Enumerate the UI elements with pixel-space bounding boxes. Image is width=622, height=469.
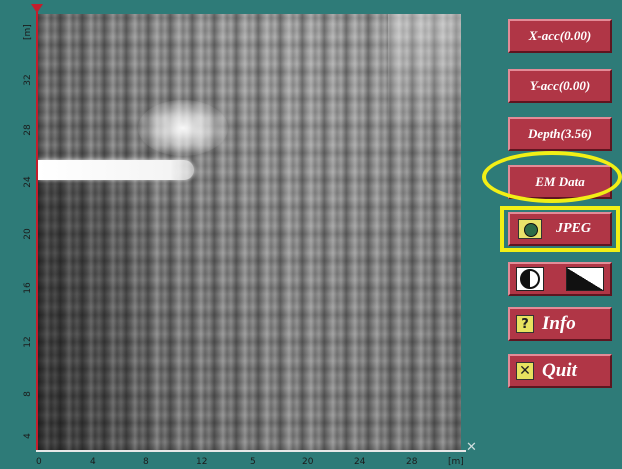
info-button[interactable]: ? Info <box>508 307 612 341</box>
light-region <box>388 14 461 134</box>
quit-label: Quit <box>542 360 577 381</box>
y-tick-label: 20 <box>23 228 33 240</box>
x-acc-button[interactable]: X-acc(0.00) <box>508 19 612 53</box>
bright-reflection <box>138 100 228 156</box>
ramp-icon <box>566 267 604 291</box>
question-icon: ? <box>516 315 534 333</box>
y-tick-label: 12 <box>23 336 33 348</box>
quit-button[interactable]: ✕ Quit <box>508 354 612 388</box>
y-axis <box>36 12 38 452</box>
contrast-button[interactable] <box>508 262 612 296</box>
y-acc-button[interactable]: Y-acc(0.00) <box>508 69 612 103</box>
dark-band <box>38 174 148 450</box>
camera-icon <box>518 219 542 239</box>
y-tick-label: 28 <box>23 124 33 136</box>
jpeg-label: JPEG <box>556 221 591 236</box>
x-axis <box>36 450 466 452</box>
white-streak-marker <box>38 160 194 180</box>
y-tick-label: 24 <box>23 176 33 188</box>
y-axis-arrow-icon <box>31 4 43 13</box>
x-tick-label: 5 <box>250 457 256 467</box>
y-tick-label: 16 <box>23 282 33 294</box>
depth-button[interactable]: Depth(3.56) <box>508 117 612 151</box>
x-tick-label: 12 <box>196 457 208 467</box>
em-data-button[interactable]: EM Data <box>508 165 612 199</box>
scan-view: ✕ [m] 32 28 24 20 16 12 8 4 0 4 8 12 5 2… <box>0 0 477 469</box>
jpeg-export-button[interactable]: JPEG <box>508 212 612 246</box>
x-tick-label: 20 <box>302 457 314 467</box>
x-axis-end-marker: ✕ <box>466 440 477 455</box>
y-tick-label: 8 <box>23 391 33 397</box>
x-tick-label: 24 <box>354 457 366 467</box>
radar-scan-image <box>38 14 461 450</box>
half-circle-icon <box>520 269 540 289</box>
y-tick-label: 4 <box>23 433 33 439</box>
info-label: Info <box>542 313 576 334</box>
y-tick-label: 32 <box>23 74 33 86</box>
x-tick-label: 0 <box>36 457 42 467</box>
x-tick-label: 8 <box>143 457 149 467</box>
x-axis-unit-label: [m] <box>448 457 464 467</box>
close-icon: ✕ <box>516 362 534 380</box>
x-tick-label: 28 <box>406 457 418 467</box>
y-tick-label: [m] <box>23 24 33 40</box>
contrast-toggle-box <box>516 267 544 291</box>
x-tick-label: 4 <box>90 457 96 467</box>
